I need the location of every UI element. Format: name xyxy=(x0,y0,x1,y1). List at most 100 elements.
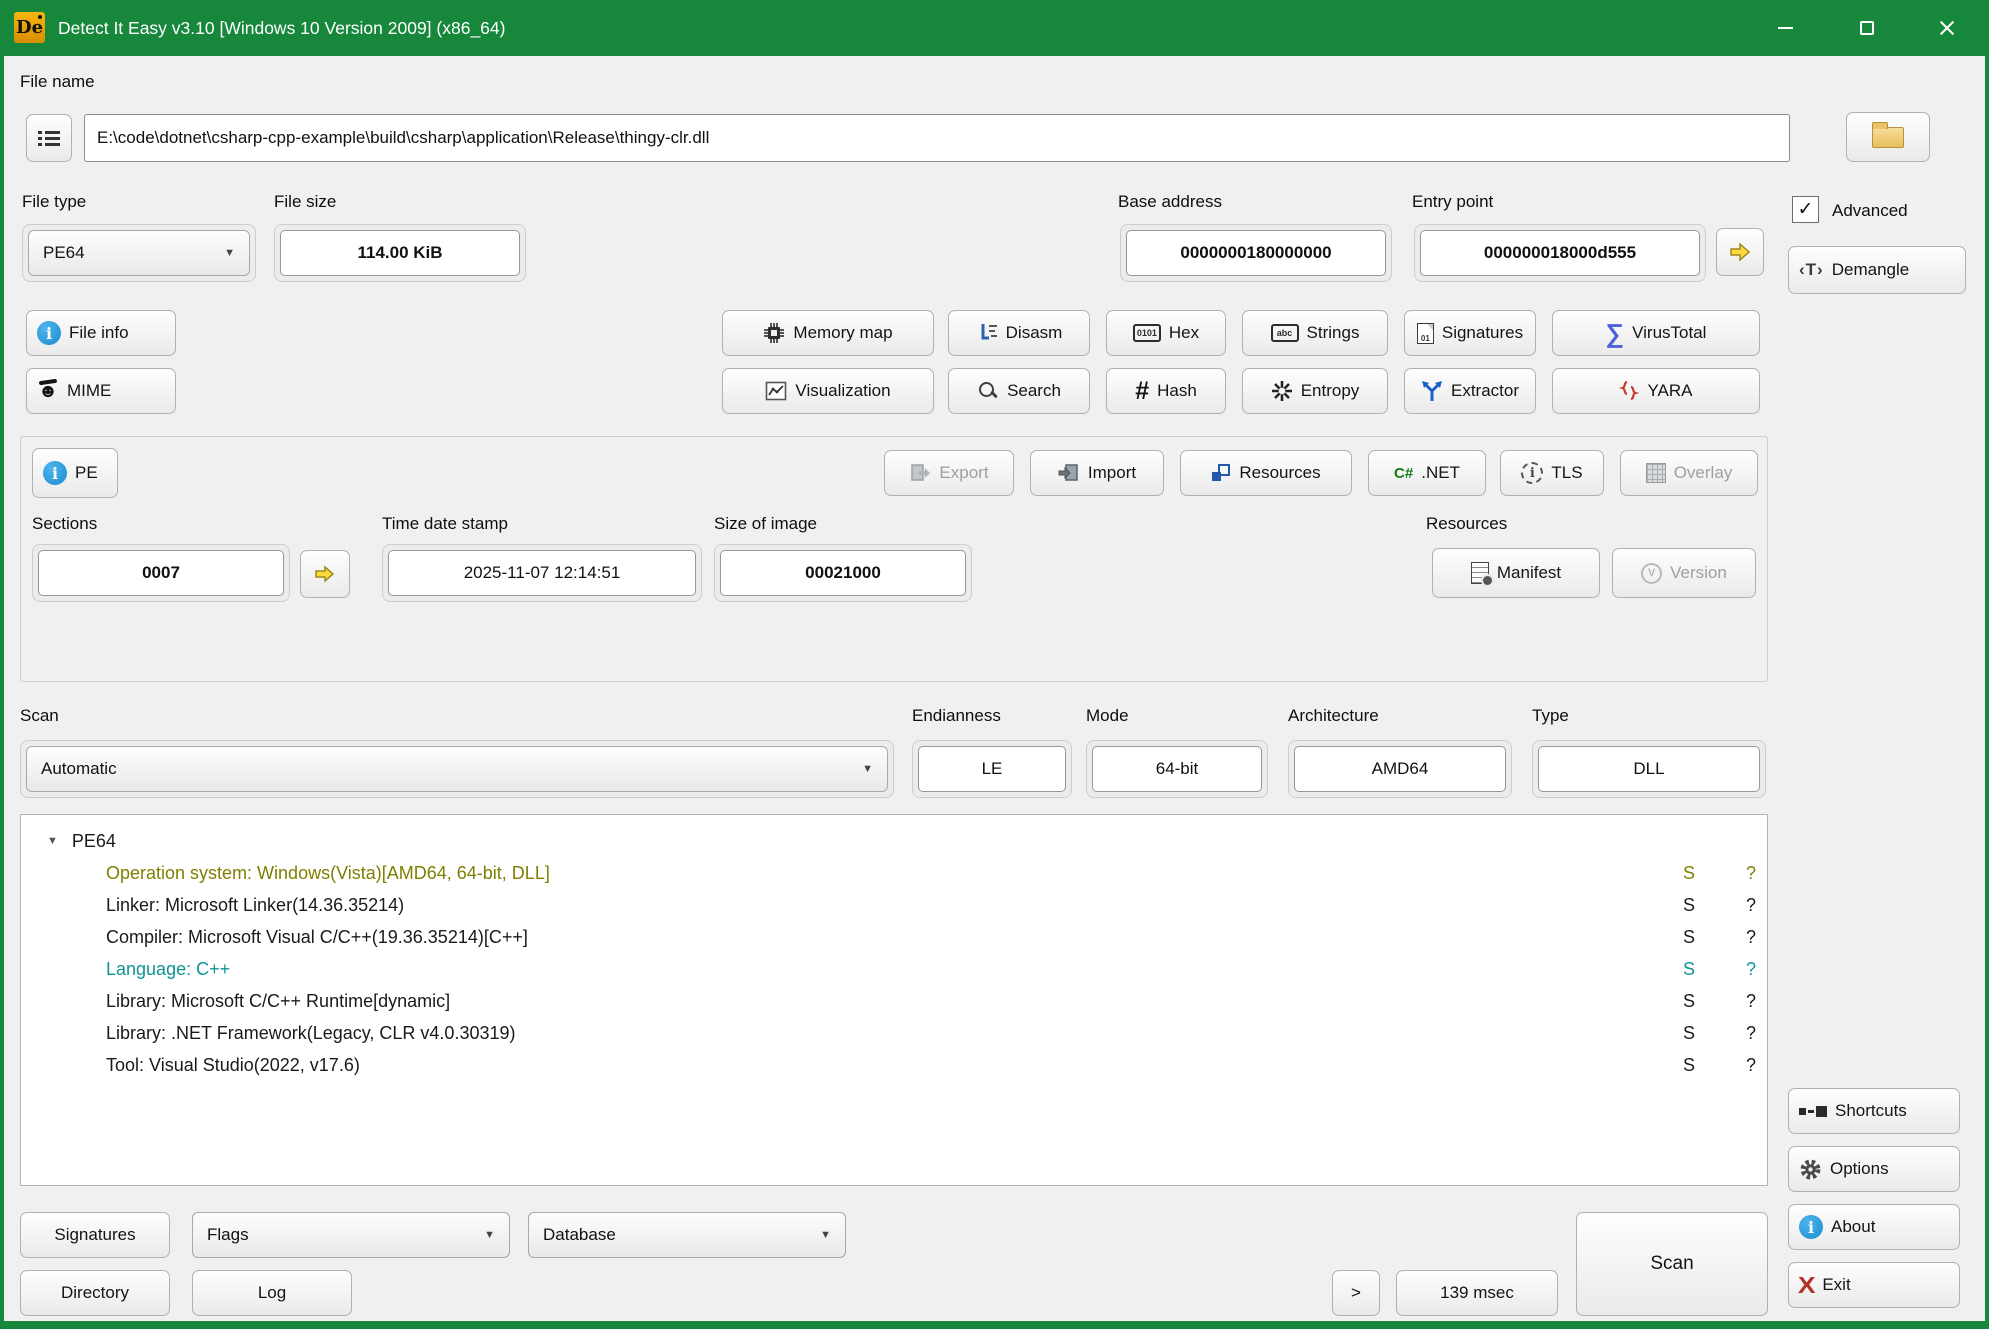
search-button[interactable]: Search xyxy=(948,368,1090,414)
base-address-label: Base address xyxy=(1118,192,1222,212)
recent-files-button[interactable] xyxy=(26,114,72,162)
signature-link[interactable]: S xyxy=(1676,927,1702,948)
memory-map-button[interactable]: Memory map xyxy=(722,310,934,356)
help-link[interactable]: ? xyxy=(1738,863,1764,884)
disasm-button[interactable]: Disasm xyxy=(948,310,1090,356)
shortcuts-icon xyxy=(1799,1106,1827,1117)
scan-label: Scan xyxy=(20,706,59,726)
manifest-button[interactable]: Manifest xyxy=(1432,548,1600,598)
expander-icon[interactable]: ▼ xyxy=(47,835,58,847)
title-bar[interactable]: De Detect It Easy v3.10 [Windows 10 Vers… xyxy=(0,0,1989,56)
time-date-stamp-value: 2025-11-07 12:14:51 xyxy=(388,550,696,596)
tree-root-pe64[interactable]: ▼ PE64 xyxy=(47,825,447,857)
directory-button[interactable]: Directory xyxy=(20,1270,170,1316)
maximize-button[interactable] xyxy=(1842,0,1892,56)
type-field[interactable]: DLL xyxy=(1532,740,1766,798)
chevron-down-icon: ▼ xyxy=(484,1229,495,1241)
tree-item-compiler[interactable]: Compiler: Microsoft Visual C/C++(19.36.3… xyxy=(106,921,1766,953)
endianness-value: LE xyxy=(918,746,1066,792)
database-select[interactable]: Database▼ xyxy=(528,1212,846,1258)
tree-item-linker[interactable]: Linker: Microsoft Linker(14.36.35214) S … xyxy=(106,889,1766,921)
signature-link[interactable]: S xyxy=(1676,991,1702,1012)
demangle-label: Demangle xyxy=(1832,260,1910,280)
pe-button[interactable]: i PE xyxy=(32,448,118,498)
size-of-image-field[interactable]: 00021000 xyxy=(714,544,972,602)
tree-item-label: Compiler: Microsoft Visual C/C++(19.36.3… xyxy=(106,927,528,948)
info-icon: i xyxy=(37,321,61,345)
signature-link[interactable]: S xyxy=(1676,959,1702,980)
goto-sections-button[interactable] xyxy=(300,550,350,598)
file-size-field[interactable]: 114.00 KiB xyxy=(274,224,526,282)
flags-select[interactable]: Flags▼ xyxy=(192,1212,510,1258)
demangle-button[interactable]: ‹T› Demangle xyxy=(1788,246,1966,294)
chevron-down-icon: ▼ xyxy=(820,1229,831,1241)
import-button[interactable]: Import xyxy=(1030,450,1164,496)
tree-item-operation-system[interactable]: Operation system: Windows(Vista)[AMD64, … xyxy=(106,857,1766,889)
help-link[interactable]: ? xyxy=(1738,927,1764,948)
tree-item-language[interactable]: Language: C++ S ? xyxy=(106,953,1766,985)
expand-button[interactable]: > xyxy=(1332,1270,1380,1316)
scan-method-select[interactable]: Automatic▼ xyxy=(20,740,894,798)
help-link[interactable]: ? xyxy=(1738,1055,1764,1076)
endianness-field[interactable]: LE xyxy=(912,740,1072,798)
exit-button[interactable]: X Exit xyxy=(1788,1262,1960,1308)
visualization-button[interactable]: Visualization xyxy=(722,368,934,414)
hex-button[interactable]: 0101 Hex xyxy=(1106,310,1226,356)
dotnet-button[interactable]: C# .NET xyxy=(1368,450,1486,496)
scan-button[interactable]: Scan xyxy=(1576,1212,1768,1316)
tls-button[interactable]: i TLS xyxy=(1500,450,1604,496)
mode-field[interactable]: 64-bit xyxy=(1086,740,1268,798)
resources-button[interactable]: Resources xyxy=(1180,450,1352,496)
hash-icon: # xyxy=(1135,379,1149,404)
help-link[interactable]: ? xyxy=(1738,895,1764,916)
signatures-bottom-button[interactable]: Signatures xyxy=(20,1212,170,1258)
overlay-button[interactable]: Overlay xyxy=(1620,450,1758,496)
help-link[interactable]: ? xyxy=(1738,991,1764,1012)
file-info-button[interactable]: i File info xyxy=(26,310,176,356)
help-link[interactable]: ? xyxy=(1738,959,1764,980)
tree-item-library-runtime[interactable]: Library: Microsoft C/C++ Runtime[dynamic… xyxy=(106,985,1766,1017)
close-button[interactable] xyxy=(1922,0,1972,56)
file-path-input[interactable] xyxy=(84,114,1790,162)
tree-item-library-dotnet[interactable]: Library: .NET Framework(Legacy, CLR v4.0… xyxy=(106,1017,1766,1049)
options-button[interactable]: Options xyxy=(1788,1146,1960,1192)
virustotal-button[interactable]: ∑ VirusTotal xyxy=(1552,310,1760,356)
log-button[interactable]: Log xyxy=(192,1270,352,1316)
signatures-button[interactable]: 01 Signatures xyxy=(1404,310,1536,356)
hash-button[interactable]: # Hash xyxy=(1106,368,1226,414)
tree-item-label: Language: C++ xyxy=(106,959,230,980)
elapsed-time-field: 139 msec xyxy=(1396,1270,1558,1316)
about-button[interactable]: i About xyxy=(1788,1204,1960,1250)
extractor-button[interactable]: Extractor xyxy=(1404,368,1536,414)
sections-label: Sections xyxy=(32,514,97,534)
help-link[interactable]: ? xyxy=(1738,1023,1764,1044)
architecture-field[interactable]: AMD64 xyxy=(1288,740,1512,798)
scan-results-tree[interactable]: ▼ PE64 Operation system: Windows(Vista)[… xyxy=(20,814,1768,1186)
strings-button[interactable]: abc Strings xyxy=(1242,310,1388,356)
base-address-field[interactable]: 0000000180000000 xyxy=(1120,224,1392,282)
advanced-checkbox[interactable]: ✓ xyxy=(1792,196,1819,223)
advanced-label: Advanced xyxy=(1832,201,1908,221)
shortcuts-button[interactable]: Shortcuts xyxy=(1788,1088,1960,1134)
minimize-button[interactable] xyxy=(1760,0,1810,56)
time-date-stamp-field[interactable]: 2025-11-07 12:14:51 xyxy=(382,544,702,602)
signature-link[interactable]: S xyxy=(1676,895,1702,916)
signature-link[interactable]: S xyxy=(1676,1055,1702,1076)
type-label: Type xyxy=(1532,706,1569,726)
version-button[interactable]: V Version xyxy=(1612,548,1756,598)
tree-item-tool[interactable]: Tool: Visual Studio(2022, v17.6) S ? xyxy=(106,1049,1766,1081)
entropy-button[interactable]: Entropy xyxy=(1242,368,1388,414)
mime-button[interactable]: ☻ MIME xyxy=(26,368,176,414)
open-file-button[interactable] xyxy=(1846,112,1930,162)
overlay-icon xyxy=(1646,463,1666,483)
tree-item-label: Tool: Visual Studio(2022, v17.6) xyxy=(106,1055,360,1076)
signature-link[interactable]: S xyxy=(1676,1023,1702,1044)
export-button[interactable]: Export xyxy=(884,450,1014,496)
file-type-select[interactable]: PE64▼ xyxy=(22,224,256,282)
goto-entry-point-button[interactable] xyxy=(1716,228,1764,276)
entry-point-field[interactable]: 000000018000d555 xyxy=(1414,224,1706,282)
sections-field[interactable]: 0007 xyxy=(32,544,290,602)
minimize-icon xyxy=(1778,27,1793,29)
signature-link[interactable]: S xyxy=(1676,863,1702,884)
yara-button[interactable]: YARA xyxy=(1552,368,1760,414)
